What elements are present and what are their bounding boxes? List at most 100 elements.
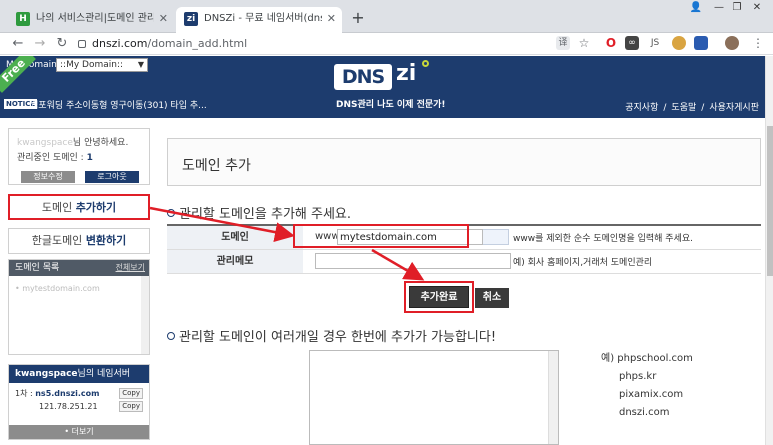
domain-list-item[interactable]: • mytestdomain.com — [9, 276, 149, 301]
domain-list-header: 도메인 목록 전체보기 — [9, 260, 149, 276]
nav-board[interactable]: 사용자게시판 — [709, 103, 759, 113]
view-all-link[interactable]: 전체보기 — [116, 260, 145, 276]
logo-zi: zi — [396, 61, 417, 86]
domain-count-value: 1 — [86, 153, 93, 163]
nameserver-host: ns5.dnszi.com — [35, 389, 100, 398]
memo-label: 관리메모 — [167, 250, 303, 273]
menu-icon[interactable]: ⋮ — [751, 36, 765, 50]
section-add-text: 관리할 도메인을 추가해 주세요. — [179, 207, 352, 222]
secure-lock-icon — [78, 40, 86, 48]
nav-notice[interactable]: 공지사항 — [625, 103, 658, 113]
window-close-icon[interactable]: ✕ — [746, 0, 768, 18]
example-line: 예) phpschool.com — [601, 350, 693, 368]
section-bulk-heading: 관리할 도메인이 여러개일 경우 한번에 추가가 가능합니다! — [167, 326, 496, 345]
reload-icon[interactable]: ↻ — [52, 35, 72, 53]
nameserver-user: kwangspace — [15, 369, 78, 379]
opera-icon[interactable]: O — [604, 36, 618, 50]
nameserver-title: 님의 네임서버 — [77, 369, 131, 379]
my-domain-selected: ::My Domain:: — [60, 60, 124, 70]
section-bulk-text: 관리할 도메인이 여러개일 경우 한번에 추가가 가능합니다! — [179, 330, 497, 345]
dnszi-logo[interactable]: DNS zi — [334, 60, 434, 94]
main-content: 도메인 추가 관리할 도메인을 추가해 주세요. 도메인 www. www를 제… — [163, 128, 763, 445]
flag-icon[interactable] — [694, 36, 708, 50]
nameserver-label: 1차 : — [15, 389, 36, 398]
nameserver-header: kwangspace님의 네임서버 — [9, 365, 149, 383]
greeting-text: 님 안녕하세요. — [72, 138, 129, 148]
close-icon[interactable]: ✕ — [159, 7, 168, 31]
page-scrollbar-thumb[interactable] — [767, 126, 773, 276]
memo-input[interactable] — [315, 253, 511, 269]
copy-host-button[interactable]: Copy — [119, 388, 143, 399]
section-add-heading: 관리할 도메인을 추가해 주세요. — [167, 203, 351, 222]
notice-link[interactable]: 웹포워딩 주소이동형 영구이동(301) 타입 추... — [30, 98, 207, 111]
forward-icon[interactable]: → — [30, 35, 50, 53]
add-domain-prefix: 도메인 — [41, 201, 76, 214]
domain-highlight-box — [293, 224, 469, 248]
domain-hint: www를 제외한 순수 도메인명을 입력해 주세요. — [513, 234, 694, 244]
logout-button[interactable]: 로그아웃 — [85, 171, 139, 183]
chevron-down-icon: ▼ — [137, 60, 144, 69]
cookie-icon[interactable] — [672, 36, 686, 50]
example-3: pixamix.com — [619, 389, 684, 400]
convert-prefix: 한글도메인 — [31, 234, 86, 247]
restore-icon[interactable]: ❐ — [728, 0, 746, 18]
domain-label: 도메인 — [167, 226, 303, 249]
browser-tab-service[interactable]: H 나의 서비스관리|도메인 관리|보유 ✕ — [8, 7, 174, 33]
memo-row: 관리메모 예) 회사 홈페이지,거래처 도메인관리 — [167, 250, 761, 274]
convert-korean-domain-link[interactable]: 한글도메인 변환하기 — [8, 228, 150, 254]
hosting-favicon-icon: H — [16, 12, 30, 26]
nameserver-host-row: 1차 : ns5.dnszi.com Copy — [9, 387, 149, 400]
nav-help[interactable]: 도움말 — [671, 103, 696, 113]
url-domain: dnszi.com — [92, 37, 148, 50]
url-field[interactable]: dnszi.com/domain_add.html — [78, 35, 598, 53]
example-1: phpschool.com — [617, 353, 693, 364]
browser-tab-dnszi[interactable]: zi DNSZi - 무료 네임서버(dns) 관리 ✕ — [176, 7, 342, 33]
page-title-box: 도메인 추가 — [167, 138, 761, 186]
star-icon[interactable]: ☆ — [577, 36, 591, 50]
example-2: phps.kr — [619, 371, 657, 382]
memo-hint: 예) 회사 홈페이지,거래처 도메인관리 — [513, 258, 653, 268]
logo-dot-icon — [422, 60, 429, 67]
new-tab-icon[interactable]: + — [348, 8, 368, 27]
page-scrollbar[interactable] — [765, 56, 773, 445]
nameserver-box: kwangspace님의 네임서버 1차 : ns5.dnszi.com Copy… — [8, 364, 150, 440]
copy-ip-button[interactable]: Copy — [119, 401, 143, 412]
bulk-textarea-scrollbar[interactable] — [548, 351, 558, 444]
bulk-examples: 예) phpschool.com phps.kr pixamix.com dns… — [601, 350, 693, 422]
user-icon[interactable]: 👤 — [686, 0, 706, 18]
top-navigation: 공지사항 / 도움말 / 사용자게시판 — [625, 103, 759, 113]
nameserver-ip-row: 121.78.251.21 Copy — [9, 400, 149, 413]
site-header: My Domain : ::My Domain:: ▼ Free DNS zi … — [0, 56, 773, 118]
domain-count: 관리중인 도메인 : 1 — [17, 150, 141, 163]
logo-dns: DNS — [334, 64, 392, 90]
my-domain-select[interactable]: ::My Domain:: ▼ — [56, 58, 148, 72]
more-nameservers-button[interactable]: • 더보기 — [9, 425, 149, 439]
tab-title: 나의 서비스관리|도메인 관리|보유 — [36, 13, 154, 24]
example-4: dnszi.com — [619, 407, 670, 418]
dnszi-favicon-icon: zi — [184, 12, 198, 26]
greeting-username: kwangspace — [17, 138, 73, 148]
url-path: /domain_add.html — [147, 37, 248, 50]
site-tagline: DNS관리 나도 이제 전문가! — [336, 100, 446, 110]
domain-list-scrollbar[interactable] — [141, 276, 149, 354]
cancel-button[interactable]: 취소 — [475, 288, 509, 308]
add-domain-bold: 추가하기 — [75, 201, 117, 214]
avatar-icon[interactable] — [725, 36, 739, 50]
tab-title: DNSZi - 무료 네임서버(dns) 관리 — [204, 13, 322, 24]
add-domain-link[interactable]: 도메인 추가하기 — [8, 194, 150, 220]
edit-info-button[interactable]: 정보수정 — [21, 171, 75, 183]
domain-list-box: 도메인 목록 전체보기 • mytestdomain.com — [8, 259, 150, 355]
close-icon[interactable]: ✕ — [327, 7, 336, 31]
bulk-domain-textarea[interactable] — [309, 350, 559, 445]
example-prefix: 예) — [601, 353, 618, 364]
submit-highlight-box — [404, 281, 474, 313]
convert-bold: 변환하기 — [85, 234, 127, 247]
translate-icon[interactable]: 译 — [556, 36, 570, 50]
domain-count-label: 관리중인 도메인 : — [17, 153, 87, 163]
user-info-box: kwangspace님 안녕하세요. 관리중인 도메인 : 1 정보수정 로그아… — [8, 128, 150, 185]
mask-icon[interactable]: ∞ — [625, 36, 639, 50]
js-icon[interactable]: JS — [648, 36, 662, 50]
domain-list-title: 도메인 목록 — [15, 263, 60, 273]
minimize-icon[interactable]: — — [710, 0, 728, 18]
back-icon[interactable]: ← — [8, 35, 28, 53]
